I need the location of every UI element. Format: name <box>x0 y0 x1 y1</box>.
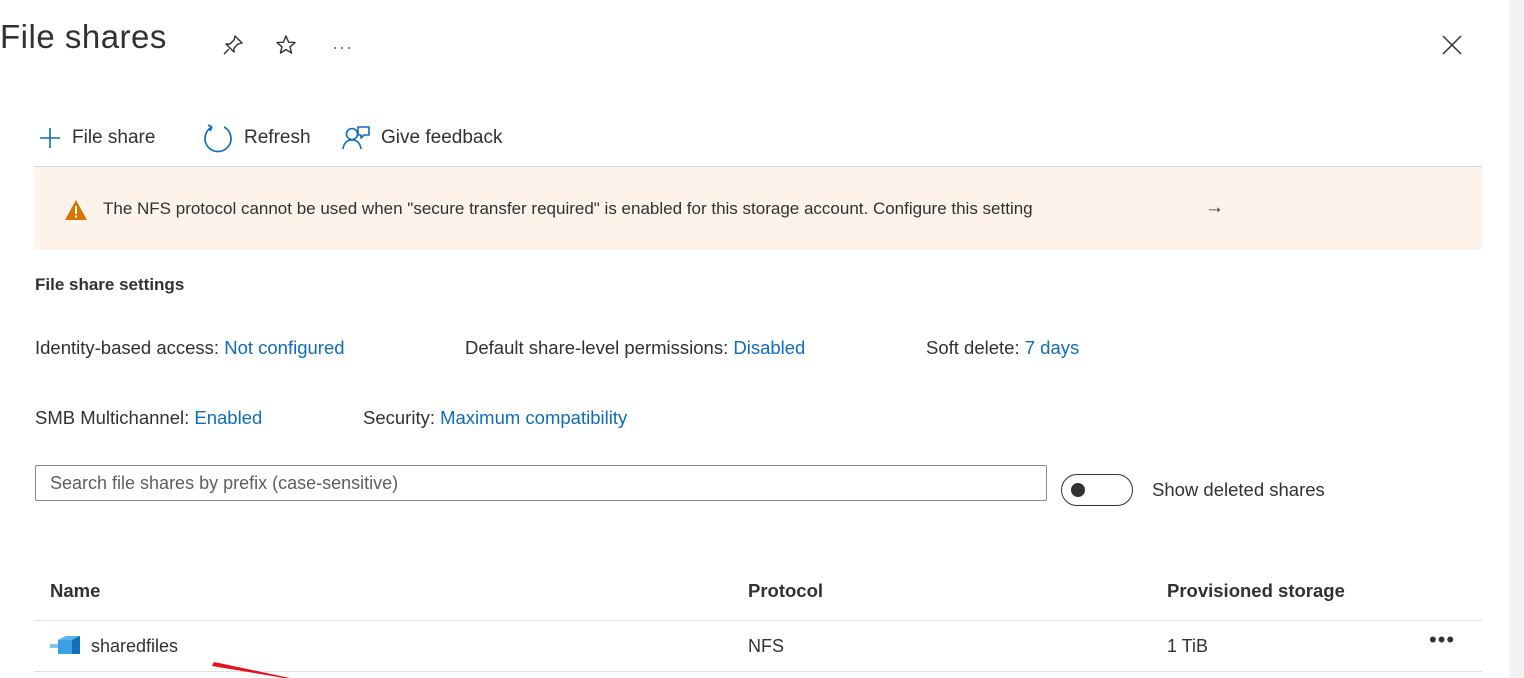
identity-access-link[interactable]: Not configured <box>224 337 344 358</box>
identity-access-setting: Identity-based access: Not configured <box>35 337 345 359</box>
column-header-name[interactable]: Name <box>50 580 100 602</box>
section-title: File share settings <box>35 275 185 294</box>
security-setting: Security: Maximum compatibility <box>363 407 627 429</box>
column-header-storage[interactable]: Provisioned storage <box>1167 580 1345 602</box>
file-share-name-link[interactable]: sharedfiles <box>91 636 178 657</box>
give-feedback-button[interactable]: Give feedback <box>341 120 502 156</box>
soft-delete-link[interactable]: 7 days <box>1025 337 1080 358</box>
default-permissions-setting: Default share-level permissions: Disable… <box>465 337 805 359</box>
warning-banner: The NFS protocol cannot be used when "se… <box>34 167 1482 250</box>
feedback-icon <box>342 126 370 150</box>
blade-header: File shares <box>0 14 1500 64</box>
add-file-share-button[interactable]: File share <box>38 120 155 156</box>
default-permissions-label: Default share-level permissions: <box>465 337 729 358</box>
show-deleted-toggle[interactable] <box>1061 474 1133 506</box>
protocol-cell: NFS <box>748 636 784 656</box>
security-label: Security: <box>363 407 435 428</box>
storage-cell: 1 TiB <box>1167 636 1209 656</box>
search-input[interactable] <box>35 465 1047 501</box>
default-permissions-link[interactable]: Disabled <box>733 337 805 358</box>
warning-message: The NFS protocol cannot be used when "se… <box>103 199 1033 218</box>
file-share-icon <box>50 632 84 663</box>
smb-multichannel-link[interactable]: Enabled <box>194 407 262 428</box>
row-more-icon[interactable]: ••• <box>1429 627 1455 653</box>
show-deleted-label: Show deleted shares <box>1152 479 1325 500</box>
plus-icon <box>40 128 60 148</box>
page-title: File shares <box>0 18 167 55</box>
refresh-label: Refresh <box>244 127 311 148</box>
close-icon[interactable] <box>1437 30 1467 60</box>
identity-access-label: Identity-based access: <box>35 337 220 358</box>
more-icon[interactable] <box>331 34 353 56</box>
refresh-icon <box>204 124 232 153</box>
command-bar: File share Refresh Give feedback <box>38 120 1482 156</box>
warning-icon <box>64 199 88 226</box>
soft-delete-label: Soft delete: <box>926 337 1020 358</box>
refresh-button[interactable]: Refresh <box>202 120 311 156</box>
pin-icon[interactable] <box>222 34 244 56</box>
give-feedback-label: Give feedback <box>381 127 503 148</box>
smb-multichannel-label: SMB Multichannel: <box>35 407 190 428</box>
security-link[interactable]: Maximum compatibility <box>440 407 627 428</box>
configure-setting-arrow-icon[interactable]: → <box>1205 197 1224 219</box>
star-icon[interactable] <box>275 34 297 56</box>
soft-delete-setting: Soft delete: 7 days <box>926 337 1079 359</box>
vertical-scrollbar[interactable] <box>1509 0 1524 678</box>
red-arrow-annotation <box>212 662 290 678</box>
toggle-knob <box>1071 483 1085 497</box>
column-header-protocol[interactable]: Protocol <box>748 580 823 602</box>
add-file-share-label: File share <box>72 127 156 148</box>
smb-multichannel-setting: SMB Multichannel: Enabled <box>35 407 262 429</box>
